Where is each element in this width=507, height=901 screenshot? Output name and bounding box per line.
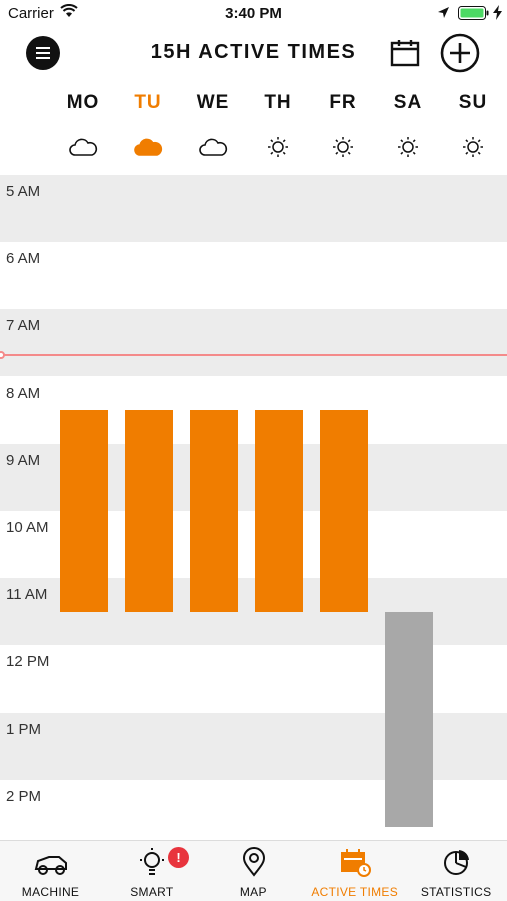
cloud-icon — [198, 136, 228, 158]
lightbulb-icon — [134, 847, 170, 877]
calendar-clock-icon — [337, 847, 373, 877]
current-time-line — [0, 354, 507, 357]
day-label: MO — [66, 92, 100, 113]
hour-label: 2 PM — [6, 787, 42, 805]
tab-statistics[interactable]: STATISTICS — [406, 841, 507, 901]
hour-label: 8 AM — [6, 384, 41, 402]
charging-bolt-icon — [493, 5, 502, 20]
day-label: WE — [196, 92, 230, 113]
sun-icon — [328, 136, 358, 158]
header: 15H ACTIVE TIMES — [0, 28, 507, 78]
day-label: TH — [264, 92, 292, 113]
battery-icon — [458, 6, 489, 20]
day-column-sa[interactable]: SA — [383, 92, 433, 157]
notification-badge: ! — [168, 847, 189, 868]
day-column-mo[interactable]: MO — [58, 92, 108, 156]
day-column-tu[interactable]: TU — [123, 92, 173, 156]
schedule-block-sa[interactable] — [385, 611, 433, 827]
schedule-block-fr[interactable] — [320, 410, 368, 612]
tab-active-times[interactable]: ACTIVE TIMES — [304, 841, 405, 901]
week-days-header: MO TU WE TH FR SA SU — [0, 92, 507, 162]
day-label: TU — [134, 92, 162, 113]
day-label: SU — [458, 92, 488, 113]
calendar-icon[interactable] — [390, 38, 420, 68]
plus-circle-icon[interactable] — [440, 33, 480, 73]
tab-label: MACHINE — [21, 885, 80, 899]
tab-label: STATISTICS — [420, 885, 492, 899]
tab-map[interactable]: MAP — [203, 841, 304, 901]
tab-label: SMART — [130, 885, 174, 899]
pie-chart-icon — [439, 847, 475, 877]
hour-label: 7 AM — [6, 317, 41, 335]
tab-smart[interactable]: SMART — [101, 841, 202, 901]
location-arrow-icon — [438, 7, 449, 18]
day-label: SA — [393, 92, 423, 113]
tab-machine[interactable]: MACHINE — [0, 841, 101, 901]
cloud-icon — [68, 136, 98, 158]
status-bar: Carrier 3:40 PM — [0, 0, 507, 28]
day-label: FR — [329, 92, 357, 113]
day-column-we[interactable]: WE — [188, 92, 238, 156]
tab-bar: MACHINE SMART! MAP ACTIVE TIMES STATISTICS — [0, 840, 507, 901]
day-column-fr[interactable]: FR — [318, 92, 368, 157]
hour-label: 5 AM — [6, 183, 41, 200]
schedule-block-th[interactable] — [255, 410, 303, 612]
schedule-block-mo[interactable] — [60, 410, 108, 612]
day-column-su[interactable]: SU — [448, 92, 498, 157]
hour-label: 6 AM — [6, 250, 41, 268]
hour-label: 10 AM — [6, 519, 49, 536]
page-title: 15H ACTIVE TIMES — [150, 41, 357, 63]
tab-label: MAP — [239, 885, 267, 899]
day-column-th[interactable]: TH — [253, 92, 303, 157]
hour-label: 11 AM — [6, 586, 48, 604]
sun-icon — [458, 136, 488, 158]
sun-icon — [393, 136, 423, 158]
hour-label: 1 PM — [6, 720, 42, 738]
schedule-grid: 5 AM 6 AM 7 AM 8 AM 9 AM 10 AM 11 AM 12 PM 1 PM 2… — [0, 175, 507, 840]
hour-label: 12 PM — [6, 653, 50, 671]
map-pin-icon — [236, 847, 272, 877]
hour-label: 9 AM — [6, 451, 41, 469]
schedule-block-tu[interactable] — [125, 410, 173, 612]
cloud-icon — [133, 136, 163, 158]
hour-row[interactable]: 5 AM — [0, 175, 507, 242]
hour-row[interactable]: 7 AM — [0, 309, 507, 377]
tab-label: ACTIVE TIMES — [311, 885, 399, 899]
hour-row[interactable]: 6 AM — [0, 242, 507, 309]
schedule-block-we[interactable] — [190, 410, 238, 612]
sun-icon — [263, 136, 293, 158]
mower-icon — [33, 847, 69, 877]
clock: 3:40 PM — [225, 5, 282, 22]
